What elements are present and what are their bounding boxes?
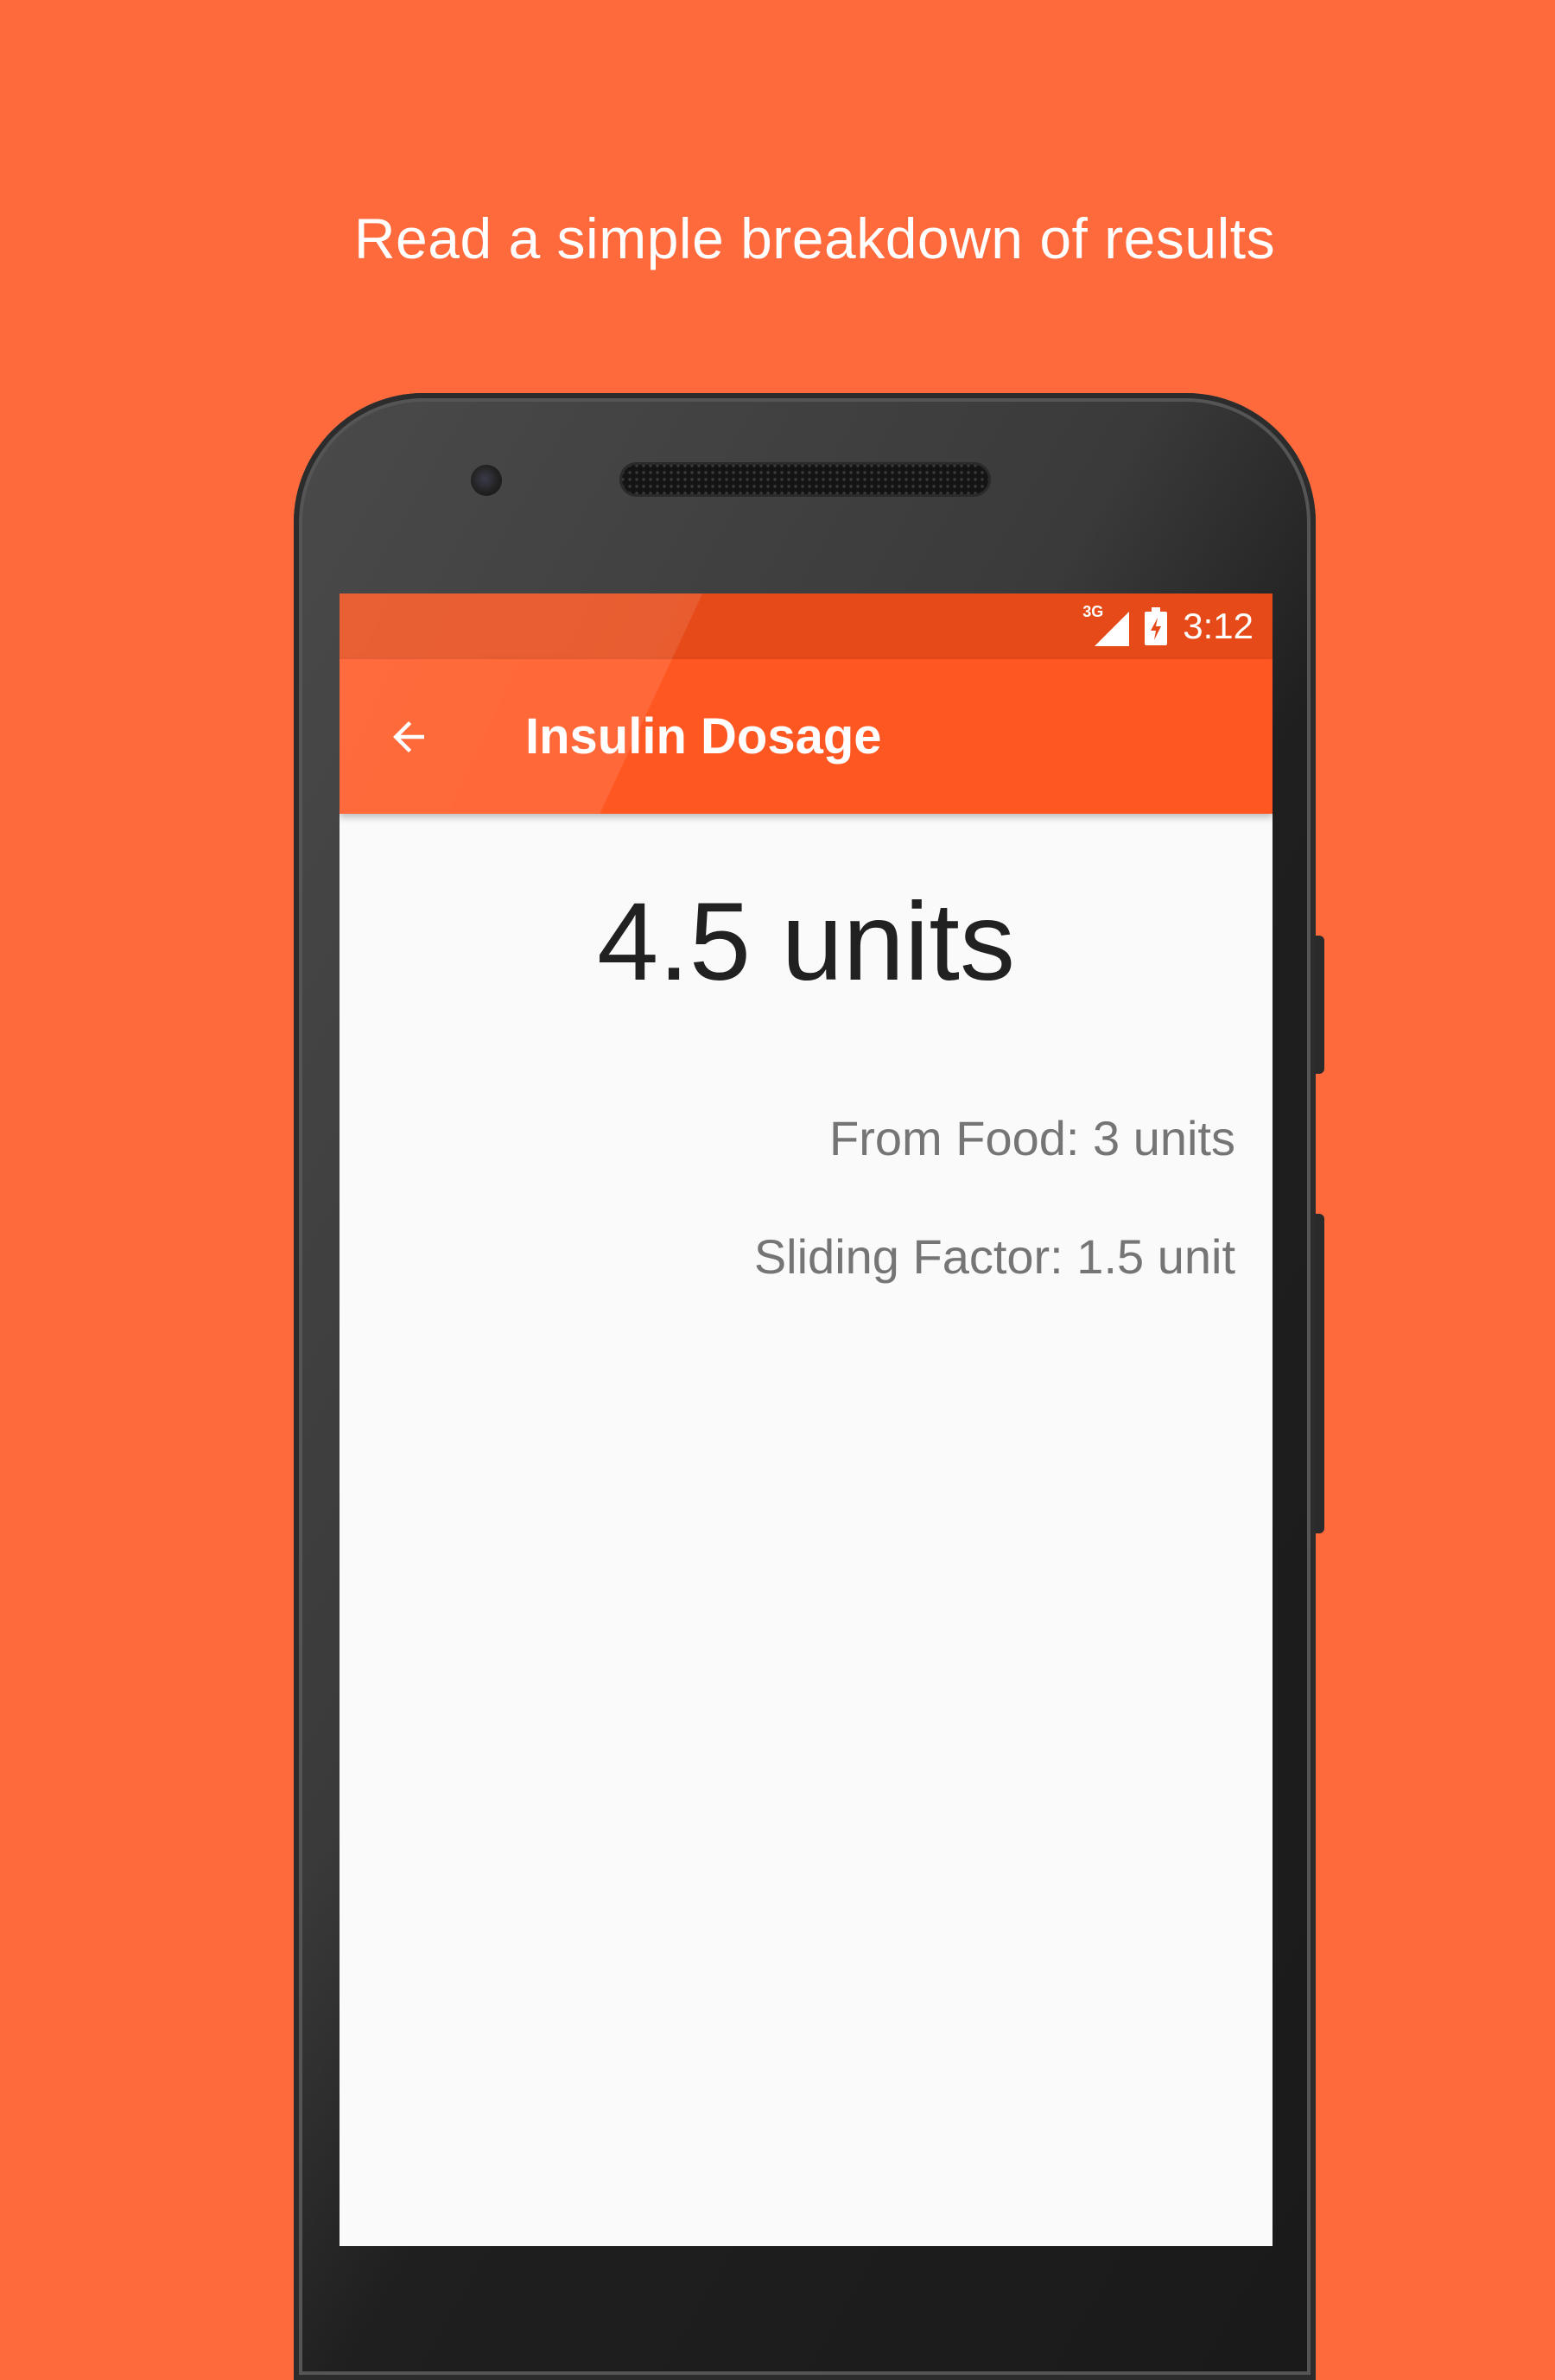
power-button: [1316, 936, 1324, 1074]
app-bar: Insulin Dosage: [340, 659, 1273, 814]
volume-button: [1316, 1214, 1324, 1533]
status-clock: 3:12: [1183, 606, 1254, 646]
total-dosage: 4.5 units: [597, 880, 1015, 1004]
arrow-left-icon: [393, 720, 424, 752]
status-icons: 3G 3:12: [1082, 593, 1254, 659]
phone-screen: 3G 3:12 Insulin Dosage 4.5 units: [340, 593, 1273, 2246]
sliding-factor-line: Sliding Factor: 1.5 unit: [753, 1229, 1235, 1284]
status-bar: 3G 3:12: [340, 593, 1273, 659]
app-bar-title: Insulin Dosage: [525, 708, 882, 765]
from-food-line: From Food: 3 units: [829, 1111, 1235, 1165]
signal-icon: 3G: [1082, 603, 1130, 646]
front-camera: [471, 465, 502, 496]
promo-headline: Read a simple breakdown of results: [353, 206, 1276, 270]
back-button[interactable]: [383, 711, 435, 763]
battery-charging-icon: [1145, 607, 1168, 645]
earpiece-speaker: [619, 462, 991, 497]
